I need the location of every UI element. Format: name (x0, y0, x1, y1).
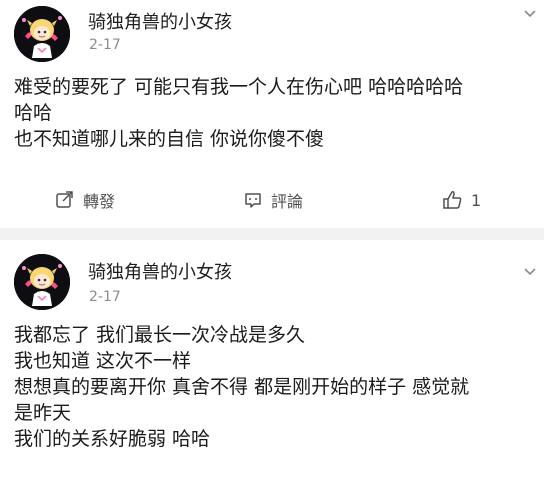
post-text-line: 是昨天 (14, 402, 72, 424)
cartoon-girl-avatar (14, 6, 70, 62)
like-button[interactable]: 1 (441, 188, 481, 212)
username[interactable]: 骑独角兽的小女孩 (88, 8, 232, 34)
username[interactable]: 骑独角兽的小女孩 (88, 258, 232, 284)
post-text-line: 我们的关系好脆弱 哈哈 (14, 428, 211, 450)
weibo-feed: 骑独角兽的小女孩 2-17 难受的要死了 可能只有我一个人在伤心吧 哈哈哈哈哈 … (0, 0, 544, 480)
chevron-down-icon[interactable] (522, 6, 538, 22)
cartoon-girl-avatar (14, 254, 70, 310)
repost-label: 轉發 (83, 192, 116, 211)
post-text: 难受的要死了 可能只有我一个人在伤心吧 哈哈哈哈哈 哈哈 也不知道哪儿来的自信 … (14, 74, 526, 152)
post-card: 骑独角兽的小女孩 2-17 难受的要死了 可能只有我一个人在伤心吧 哈哈哈哈哈 … (0, 0, 544, 228)
post-text-line: 难受的要死了 可能只有我一个人在伤心吧 哈哈哈哈哈 (14, 76, 464, 98)
post-card: 骑独角兽的小女孩 2-17 我都忘了 我们最长一次冷战是多久 我也知道 这次不一… (0, 240, 544, 480)
repost-icon (56, 191, 73, 208)
post-text-line: 想想真的要离开你 真舍不得 都是刚开始的样子 感觉就 (14, 376, 470, 398)
thumbs-up-icon (443, 191, 462, 209)
avatar[interactable] (14, 6, 70, 62)
feed-divider (0, 228, 544, 240)
avatar[interactable] (14, 254, 70, 310)
repost-button[interactable]: 轉發 (55, 188, 115, 212)
like-count: 1 (471, 190, 482, 210)
comment-label: 評論 (271, 192, 304, 211)
post-date: 2-17 (89, 37, 121, 53)
post-text-line: 我也知道 这次不一样 (14, 350, 192, 372)
comment-button[interactable]: 評論 (243, 188, 303, 212)
comment-icon (245, 193, 261, 208)
post-date: 2-17 (89, 289, 121, 305)
post-actions: 轉發 評論 1 (0, 172, 544, 226)
post-text-line: 哈哈 (14, 102, 53, 124)
chevron-down-icon[interactable] (522, 264, 538, 280)
post-text-line: 也不知道哪儿来的自信 你说你傻不傻 (14, 128, 325, 150)
post-text-line: 我都忘了 我们最长一次冷战是多久 (14, 324, 306, 346)
post-text: 我都忘了 我们最长一次冷战是多久 我也知道 这次不一样 想想真的要离开你 真舍不… (14, 322, 526, 452)
